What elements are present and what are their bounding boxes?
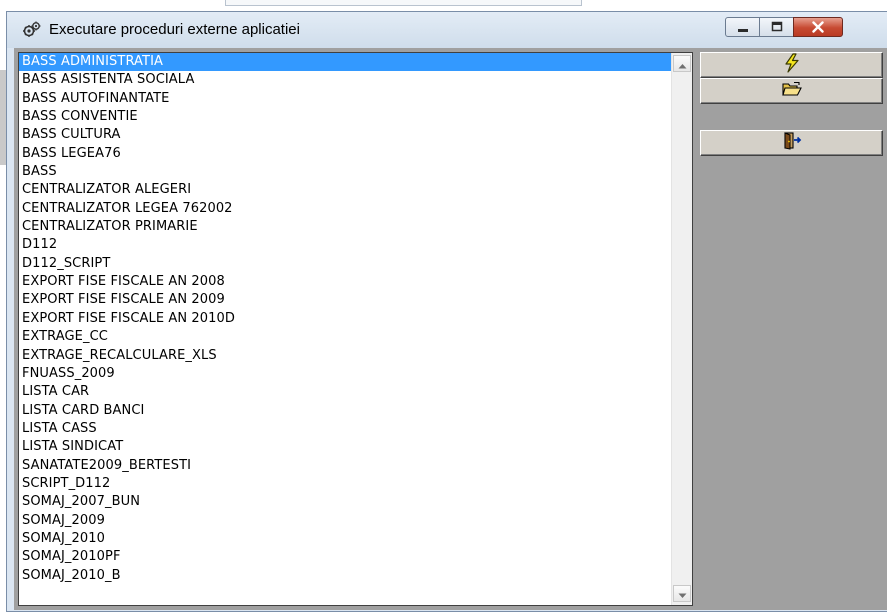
list-item[interactable]: SANATATE2009_BERTESTI xyxy=(19,457,671,475)
app-window: Executare proceduri externe aplicatiei B… xyxy=(6,11,887,612)
list-item[interactable]: EXPORT FISE FISCALE AN 2009 xyxy=(19,291,671,309)
window-title: Executare proceduri externe aplicatiei xyxy=(49,21,300,38)
list-item[interactable]: BASS ADMINISTRATIA xyxy=(19,53,671,72)
list-item[interactable]: BASS ASISTENTA SOCIALA xyxy=(19,71,671,89)
maximize-button[interactable] xyxy=(759,17,794,37)
list-item[interactable]: BASS CONVENTIE xyxy=(19,108,671,126)
list-item[interactable]: FNUASS_2009 xyxy=(19,365,671,383)
title-bar[interactable]: Executare proceduri externe aplicatiei xyxy=(7,12,887,48)
list-item[interactable]: BASS CULTURA xyxy=(19,126,671,144)
exit-door-icon xyxy=(782,132,802,154)
list-item[interactable]: BASS LEGEA76 xyxy=(19,145,671,163)
list-item[interactable]: EXTRAGE_CC xyxy=(19,328,671,346)
background-strip xyxy=(0,0,887,10)
background-tab xyxy=(225,0,582,6)
minimize-button[interactable] xyxy=(725,17,760,37)
list-item[interactable]: BASS AUTOFINANTATE xyxy=(19,90,671,108)
list-item[interactable]: D112_SCRIPT xyxy=(19,255,671,273)
open-folder-icon xyxy=(781,81,802,101)
list-item[interactable]: LISTA CASS xyxy=(19,420,671,438)
list-item[interactable]: LISTA SINDICAT xyxy=(19,438,671,456)
list-item[interactable]: LISTA CARD BANCI xyxy=(19,402,671,420)
scroll-up-button[interactable] xyxy=(673,55,691,72)
list-item[interactable]: LISTA CAR xyxy=(19,383,671,401)
close-button[interactable] xyxy=(793,17,843,37)
list-item[interactable]: CENTRALIZATOR LEGEA 762002 xyxy=(19,200,671,218)
client-area: BASS ADMINISTRATIA BASS ASISTENTA SOCIALA… xyxy=(14,48,887,610)
list-item[interactable]: D112 xyxy=(19,236,671,254)
arrow-up-icon xyxy=(678,54,687,73)
list-item[interactable]: EXTRAGE_RECALCULARE_XLS xyxy=(19,347,671,365)
list-item[interactable]: EXPORT FISE FISCALE AN 2008 xyxy=(19,273,671,291)
procedures-list: BASS ADMINISTRATIA BASS ASISTENTA SOCIALA… xyxy=(19,53,671,585)
list-item[interactable]: CENTRALIZATOR PRIMARIE xyxy=(19,218,671,236)
list-item[interactable]: CENTRALIZATOR ALEGERI xyxy=(19,181,671,199)
list-item[interactable]: BASS xyxy=(19,163,671,181)
scroll-down-button[interactable] xyxy=(673,585,691,602)
open-button[interactable] xyxy=(700,78,883,104)
run-button[interactable] xyxy=(700,52,883,78)
vertical-scrollbar[interactable] xyxy=(671,53,692,605)
lightning-icon xyxy=(782,53,802,77)
list-item[interactable]: EXPORT FISE FISCALE AN 2010D xyxy=(19,310,671,328)
gears-icon xyxy=(22,20,42,40)
list-item[interactable]: SCRIPT_D112 xyxy=(19,475,671,493)
minimize-icon xyxy=(736,18,750,37)
maximize-icon xyxy=(770,18,784,37)
arrow-down-icon xyxy=(678,584,687,603)
list-item[interactable]: SOMAJ_2007_BUN xyxy=(19,493,671,511)
list-item[interactable]: SOMAJ_2009 xyxy=(19,512,671,530)
exit-button[interactable] xyxy=(700,130,883,156)
list-item[interactable]: SOMAJ_2010_B xyxy=(19,567,671,585)
procedures-listbox[interactable]: BASS ADMINISTRATIA BASS ASISTENTA SOCIALA… xyxy=(18,52,693,606)
list-item[interactable]: SOMAJ_2010PF xyxy=(19,548,671,566)
list-item[interactable]: SOMAJ_2010 xyxy=(19,530,671,548)
close-icon xyxy=(811,18,825,37)
